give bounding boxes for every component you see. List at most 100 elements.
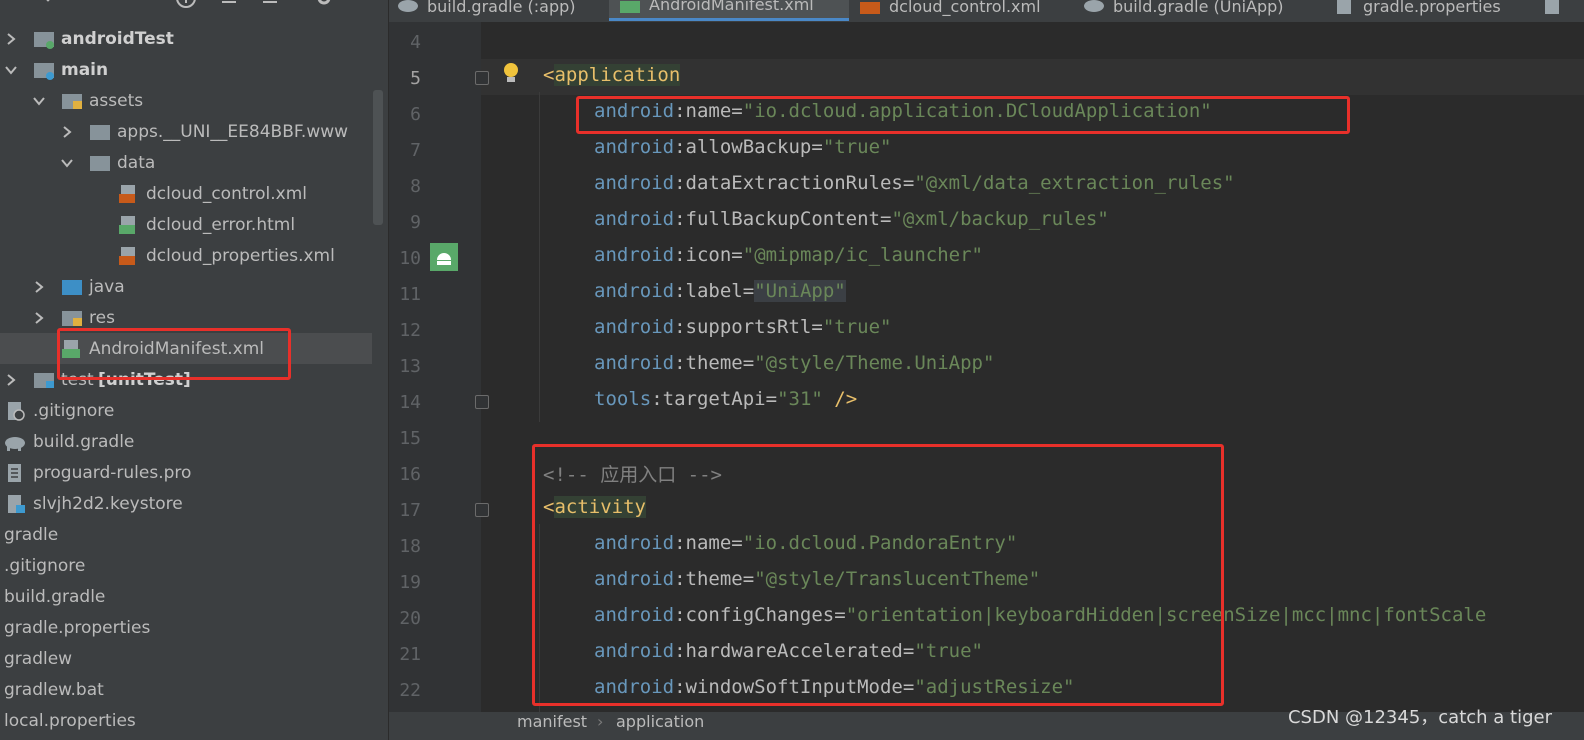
tab-dcloud-control[interactable]: dcloud_control.xml [859,0,1079,21]
tree-item-label: dcloud_properties.xml [146,245,335,266]
tree-item-label: local.properties [4,710,136,731]
tree-item-label: proguard-rules.pro [33,462,192,483]
breadcrumb-item-manifest[interactable]: manifest [517,712,587,731]
tree-item-label: res [89,307,115,328]
xml-file-icon [119,246,135,265]
project-title: ct [0,0,15,1]
breadcrumb-item-application[interactable]: application [616,712,704,731]
tree-item-gradle-folder[interactable]: gradle [0,519,372,550]
html-file-icon [119,215,135,234]
manifest-file-icon [620,0,640,13]
add-icon[interactable] [174,0,198,10]
tab-label: build.gradle (:app) [427,0,576,16]
chevron-down-icon[interactable] [60,156,74,170]
line-number: 4 [410,32,421,53]
tree-item-apps-folder[interactable]: apps.__UNI__EE84BBF.www [0,116,372,147]
tree-item-androidtest[interactable]: androidTest [0,23,372,54]
tab-build-gradle-uniapp[interactable]: build.gradle (UniApp) [1083,0,1323,21]
tree-item-gradlew[interactable]: gradlew [0,643,372,674]
chevron-right-icon[interactable] [32,280,46,294]
indent-guide [539,92,540,422]
chevron-down-icon[interactable] [32,94,46,108]
tree-item-proguard[interactable]: proguard-rules.pro [0,457,372,488]
code-line: android:label="UniApp" [594,280,846,302]
file-icon [1545,0,1559,14]
line-number: 18 [399,536,421,557]
code-line: android:dataExtractionRules="@xml/data_e… [594,172,1235,194]
code-line: android:supportsRtl="true" [594,316,892,338]
tab-androidmanifest[interactable]: AndroidManifest.xml [609,0,849,21]
line-number: 5 [410,68,421,89]
chevron-right-icon[interactable] [32,311,46,325]
tree-item-gitignore[interactable]: .gitignore [0,395,372,426]
line-number: 19 [399,572,421,593]
tree-item-main[interactable]: main [0,54,372,85]
breadcrumb-separator-icon: › [597,712,604,731]
resource-folder-icon [62,310,82,326]
tree-item-dcloud-error[interactable]: dcloud_error.html [0,209,372,240]
code-line: android:icon="@mipmap/ic_launcher" [594,244,983,266]
tree-item-data-folder[interactable]: data [0,147,372,178]
fold-toggle-icon[interactable] [475,71,489,85]
tree-item-label: assets [89,90,144,111]
tab-label: dcloud_control.xml [889,0,1041,16]
chevron-down-icon[interactable] [36,0,60,10]
tree-item-label: androidTest [61,28,174,49]
chevron-down-icon[interactable] [4,63,18,77]
android-icon[interactable] [430,243,458,271]
collapse-all-icon[interactable] [217,0,241,10]
annotation-box-activity [532,444,1224,706]
line-number: 17 [399,500,421,521]
code-editor[interactable]: 4 5 6 7 8 9 10 11 12 13 14 15 16 17 18 1… [389,22,1584,712]
fold-toggle-icon[interactable] [475,503,489,517]
gradle-elephant-icon [5,436,25,451]
code-line: android:allowBackup="true" [594,136,892,158]
tree-item-build-gradle-root[interactable]: build.gradle [0,581,372,612]
chevron-right-icon[interactable] [60,125,74,139]
tree-item-build-gradle[interactable]: build.gradle [0,426,372,457]
line-number: 14 [399,392,421,413]
tree-item-label: main [61,59,109,80]
gradle-elephant-icon [398,0,418,12]
tree-item-dcloud-properties[interactable]: dcloud_properties.xml [0,240,372,271]
line-gutter: 4 5 6 7 8 9 10 11 12 13 14 15 16 17 18 1… [389,22,518,712]
fold-toggle-icon[interactable] [475,395,489,409]
test-folder-icon [34,372,54,388]
tree-item-label: build.gradle [33,431,135,452]
tree-item-label: apps.__UNI__EE84BBF.www [117,121,349,142]
line-number: 11 [399,284,421,305]
tab-label: AndroidManifest.xml [649,0,814,14]
tree-item-label: dcloud_error.html [146,214,296,235]
gear-icon[interactable] [312,0,336,10]
watermark: CSDN @12345，catch a tiger [1287,707,1552,728]
ignore-file-icon [8,401,25,421]
tree-item-java[interactable]: java [0,271,372,302]
tree-item-label: slvjh2d2.keystore [33,493,183,514]
tree-item-label: gradle [4,524,59,545]
tree-item-assets[interactable]: assets [0,85,372,116]
module-folder-icon [34,31,54,49]
tree-item-gradle-properties[interactable]: gradle.properties [0,612,372,643]
code-line: android:theme="@style/Theme.UniApp" [594,352,995,374]
annotation-box-manifest [57,328,291,380]
tree-item-gitignore-root[interactable]: .gitignore [0,550,372,581]
tab-build-gradle-app[interactable]: build.gradle (:app) [397,0,607,21]
tree-item-keystore[interactable]: slvjh2d2.keystore [0,488,372,519]
tree-item-local-properties[interactable]: local.properties [0,705,372,736]
line-number: 21 [399,644,421,665]
line-number: 6 [410,104,421,125]
tree-item-label: build.gradle [4,586,106,607]
code-line-application-open: <application [543,64,681,86]
tab-gradle-properties[interactable]: gradle.properties [1333,0,1533,21]
line-number: 7 [410,140,421,161]
tab-overflow[interactable] [1541,0,1571,21]
tree-scrollbar[interactable] [373,90,383,225]
chevron-right-icon[interactable] [4,32,18,46]
line-number: 8 [410,176,421,197]
tree-item-label: gradlew [4,648,73,669]
tree-item-dcloud-control[interactable]: dcloud_control.xml [0,178,372,209]
chevron-right-icon[interactable] [4,373,18,387]
expand-all-icon[interactable] [258,0,282,10]
lightbulb-icon[interactable] [501,61,521,85]
tree-item-gradlew-bat[interactable]: gradlew.bat [0,674,372,705]
